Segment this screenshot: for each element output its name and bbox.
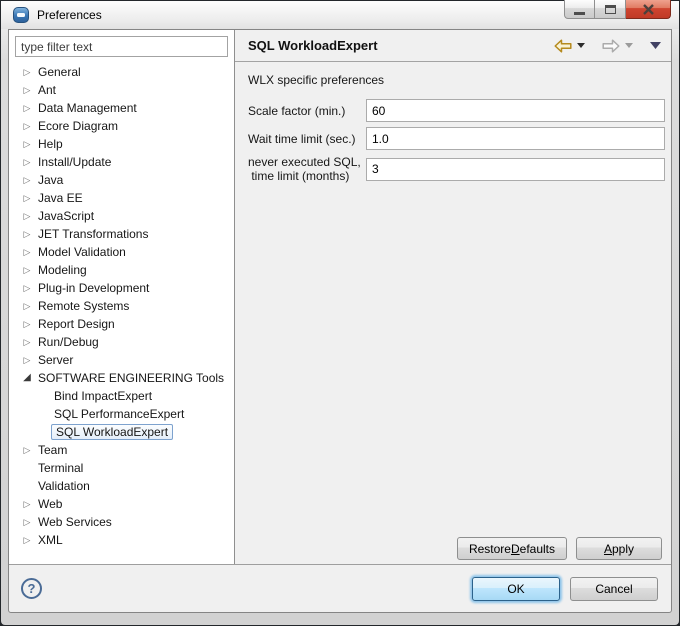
forward-history-dropdown-icon[interactable] xyxy=(625,43,633,48)
app-window-icon xyxy=(13,7,29,23)
tree-item-install-update[interactable]: ▷ Install/Update xyxy=(9,153,234,171)
wait-time-limit-input[interactable] xyxy=(366,127,665,150)
tree-item-plug-in-development[interactable]: ▷ Plug-in Development xyxy=(9,279,234,297)
close-button[interactable] xyxy=(626,0,671,19)
field-row-wait-time-limit: Wait time limit (sec.) xyxy=(248,127,665,150)
twisty-collapsed-icon[interactable]: ▷ xyxy=(19,225,35,243)
tree-item-sql-workloadexpert[interactable]: SQL WorkloadExpert xyxy=(9,423,234,441)
wait-time-limit-label: Wait time limit (sec.) xyxy=(248,132,366,146)
twisty-collapsed-icon[interactable]: ▷ xyxy=(19,99,35,117)
apply-button[interactable]: Apply xyxy=(576,537,662,560)
twisty-collapsed-icon[interactable]: ▷ xyxy=(19,513,35,531)
twisty-collapsed-icon[interactable]: ▷ xyxy=(19,81,35,99)
twisty-collapsed-icon[interactable]: ▷ xyxy=(19,261,35,279)
tree-item-bind-impactexpert[interactable]: Bind ImpactExpert xyxy=(9,387,234,405)
twisty-collapsed-icon[interactable]: ▷ xyxy=(19,279,35,297)
tree-item-javascript[interactable]: ▷ JavaScript xyxy=(9,207,234,225)
tree-item-xml[interactable]: ▷ XML xyxy=(9,531,234,549)
forward-icon[interactable] xyxy=(602,39,620,53)
field-row-never-executed-sql: never executed SQL, time limit (months) xyxy=(248,155,665,183)
twisty-collapsed-icon[interactable]: ▷ xyxy=(19,117,35,135)
tree-item-model-validation[interactable]: ▷ Model Validation xyxy=(9,243,234,261)
tree-item-sql-performanceexpert[interactable]: SQL PerformanceExpert xyxy=(9,405,234,423)
dialog-button-bar: ? OK Cancel xyxy=(9,564,671,612)
field-row-scale-factor: Scale factor (min.) xyxy=(248,99,665,122)
never-executed-sql-label: never executed SQL, time limit (months) xyxy=(248,155,366,183)
minimize-icon xyxy=(574,12,585,15)
restore-defaults-button[interactable]: Restore Defaults xyxy=(457,537,567,560)
tree-item-java-ee[interactable]: ▷ Java EE xyxy=(9,189,234,207)
tree-item-general[interactable]: ▷ General xyxy=(9,63,234,81)
twisty-collapsed-icon[interactable]: ▷ xyxy=(19,153,35,171)
page-button-bar: Restore Defaults Apply xyxy=(457,537,662,560)
tree-item-terminal[interactable]: Terminal xyxy=(9,459,234,477)
window-title: Preferences xyxy=(37,8,102,22)
twisty-collapsed-icon[interactable]: ▷ xyxy=(19,351,35,369)
ok-button[interactable]: OK xyxy=(472,577,560,601)
tree-item-web-services[interactable]: ▷ Web Services xyxy=(9,513,234,531)
tree-item-validation[interactable]: Validation xyxy=(9,477,234,495)
cancel-button[interactable]: Cancel xyxy=(570,577,658,601)
preference-page-panel: SQL WorkloadExpert xyxy=(235,30,671,564)
twisty-collapsed-icon[interactable]: ▷ xyxy=(19,297,35,315)
filter-wrap xyxy=(9,30,234,61)
content-area: ▷ General ▷ Ant ▷ Data Management ▷ Ecor… xyxy=(9,30,671,564)
view-menu-icon[interactable] xyxy=(650,42,661,49)
twisty-collapsed-icon[interactable]: ▷ xyxy=(19,63,35,81)
tree-item-web[interactable]: ▷ Web xyxy=(9,495,234,513)
twisty-collapsed-icon[interactable]: ▷ xyxy=(19,189,35,207)
preference-form: WLX specific preferences Scale factor (m… xyxy=(235,62,671,183)
twisty-collapsed-icon[interactable]: ▷ xyxy=(19,207,35,225)
twisty-expanded-icon[interactable]: ◢ xyxy=(19,369,35,387)
tree-item-run-debug[interactable]: ▷ Run/Debug xyxy=(9,333,234,351)
twisty-collapsed-icon[interactable]: ▷ xyxy=(19,135,35,153)
page-title: SQL WorkloadExpert xyxy=(248,38,554,53)
twisty-collapsed-icon[interactable]: ▷ xyxy=(19,333,35,351)
tree-item-server[interactable]: ▷ Server xyxy=(9,351,234,369)
tree-item-ant[interactable]: ▷ Ant xyxy=(9,81,234,99)
never-executed-sql-input[interactable] xyxy=(366,158,665,181)
filter-input[interactable] xyxy=(15,36,228,57)
window-controls xyxy=(564,0,671,19)
tree-item-team[interactable]: ▷ Team xyxy=(9,441,234,459)
preferences-tree: ▷ General ▷ Ant ▷ Data Management ▷ Ecor… xyxy=(9,61,234,549)
tree-item-ecore-diagram[interactable]: ▷ Ecore Diagram xyxy=(9,117,234,135)
close-icon xyxy=(642,4,655,15)
tree-item-java[interactable]: ▷ Java xyxy=(9,171,234,189)
tree-item-help[interactable]: ▷ Help xyxy=(9,135,234,153)
tree-item-modeling[interactable]: ▷ Modeling xyxy=(9,261,234,279)
preferences-tree-panel: ▷ General ▷ Ant ▷ Data Management ▷ Ecor… xyxy=(9,30,235,564)
group-label: WLX specific preferences xyxy=(248,73,665,87)
back-history-dropdown-icon[interactable] xyxy=(577,43,585,48)
twisty-collapsed-icon[interactable]: ▷ xyxy=(19,531,35,549)
twisty-collapsed-icon[interactable]: ▷ xyxy=(19,441,35,459)
footer-buttons: OK Cancel xyxy=(472,577,658,601)
twisty-collapsed-icon[interactable]: ▷ xyxy=(19,243,35,261)
maximize-icon xyxy=(605,5,616,14)
preferences-dialog-body: ▷ General ▷ Ant ▷ Data Management ▷ Ecor… xyxy=(8,29,672,613)
help-icon[interactable]: ? xyxy=(21,578,42,599)
scale-factor-input[interactable] xyxy=(366,99,665,122)
twisty-collapsed-icon[interactable]: ▷ xyxy=(19,315,35,333)
scale-factor-label: Scale factor (min.) xyxy=(248,104,366,118)
twisty-collapsed-icon[interactable]: ▷ xyxy=(19,495,35,513)
maximize-button[interactable] xyxy=(595,0,626,19)
twisty-collapsed-icon[interactable]: ▷ xyxy=(19,171,35,189)
tree-item-remote-systems[interactable]: ▷ Remote Systems xyxy=(9,297,234,315)
tree-item-software-engineering-tools[interactable]: ◢ SOFTWARE ENGINEERING Tools xyxy=(9,369,234,387)
history-nav xyxy=(554,39,661,53)
tree-item-report-design[interactable]: ▷ Report Design xyxy=(9,315,234,333)
tree-item-jet-transformations[interactable]: ▷ JET Transformations xyxy=(9,225,234,243)
page-header: SQL WorkloadExpert xyxy=(235,30,671,62)
minimize-button[interactable] xyxy=(564,0,595,19)
tree-item-data-management[interactable]: ▷ Data Management xyxy=(9,99,234,117)
back-icon[interactable] xyxy=(554,39,572,53)
